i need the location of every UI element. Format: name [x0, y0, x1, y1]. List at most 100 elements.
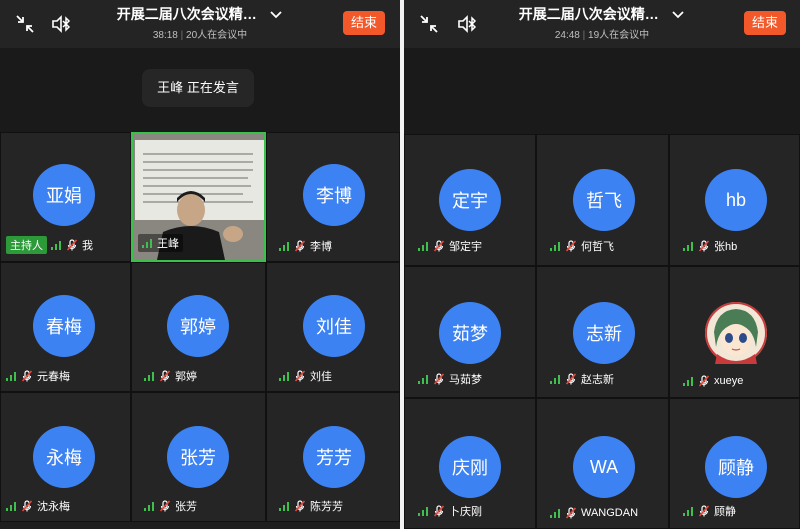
participant-tile[interactable]: 芳芳 陈芳芳: [266, 392, 400, 522]
participant-tile[interactable]: 庆刚 卜庆刚: [404, 398, 536, 529]
meeting-duration: 24:48: [554, 30, 580, 41]
mic-muted-icon: [159, 500, 171, 512]
participant-name: 元春梅: [37, 371, 70, 383]
participant-tile[interactable]: 志新 赵志新: [536, 266, 669, 398]
signal-icon: [683, 376, 693, 386]
participant-name: 王峰: [157, 238, 179, 250]
participant-name: 沈永梅: [37, 501, 70, 513]
meeting-duration: 38:18: [152, 30, 178, 41]
tile-footer: 卜庆刚: [418, 503, 482, 519]
signal-icon: [279, 371, 289, 381]
host-badge: 主持人: [6, 236, 47, 254]
participant-name: 刘佳: [310, 371, 332, 383]
signal-icon: [279, 241, 289, 251]
participant-name: 邹定宇: [449, 241, 482, 253]
avatar: 春梅: [33, 295, 95, 357]
participant-tile[interactable]: xueye: [669, 266, 800, 398]
avatar: 亚娟: [33, 164, 95, 226]
avatar: 刘佳: [303, 295, 365, 357]
end-meeting-button[interactable]: 结束: [744, 11, 786, 35]
meeting-panel-left: 开展二届八次会议精… 38:18 | 20人在会议中 结束 王峰 正在发言 亚娟…: [0, 0, 400, 529]
speaking-indicator: 王峰 正在发言: [142, 69, 254, 107]
mic-muted-icon: [565, 373, 577, 385]
mic-muted-icon: [565, 240, 577, 252]
mic-muted-icon: [21, 500, 33, 512]
meeting-status: 24:48 | 19人在会议中: [554, 30, 650, 41]
tile-footer: 王峰: [138, 234, 183, 252]
avatar: 哲飞: [573, 169, 635, 231]
participant-name: 郭婷: [175, 371, 197, 383]
participant-name: 赵志新: [581, 374, 614, 386]
signal-icon: [550, 241, 560, 251]
participant-tile[interactable]: 李博 李博: [266, 132, 400, 262]
signal-icon: [683, 506, 693, 516]
tile-footer: 刘佳: [279, 368, 332, 384]
participant-tile[interactable]: 亚娟 主持人 我: [0, 132, 131, 262]
mic-muted-icon: [565, 507, 577, 519]
mic-muted-icon: [294, 370, 306, 382]
avatar: 永梅: [33, 426, 95, 488]
participant-name: 顾静: [714, 506, 736, 518]
tile-footer: 邹定宇: [418, 238, 482, 254]
mic-muted-icon: [294, 500, 306, 512]
participant-name: 马茹梦: [449, 374, 482, 386]
signal-icon: [683, 241, 693, 251]
participant-tile[interactable]: 茹梦 马茹梦: [404, 266, 536, 398]
mic-muted-icon: [698, 505, 710, 517]
signal-icon: [51, 240, 61, 250]
tile-footer: 郭婷: [144, 368, 197, 384]
signal-icon: [144, 501, 154, 511]
participant-name: xueye: [714, 375, 744, 387]
tile-footer: 沈永梅: [6, 498, 70, 514]
participant-name: 张hb: [714, 241, 738, 253]
speaking-name: 王峰: [157, 80, 184, 95]
avatar: hb: [705, 169, 767, 231]
participant-tile[interactable]: 春梅 元春梅: [0, 262, 131, 392]
chevron-down-icon[interactable]: [671, 10, 685, 20]
end-meeting-button[interactable]: 结束: [343, 11, 385, 35]
participant-count: 19人在会议中: [588, 30, 650, 41]
participant-tile[interactable]: hb 张hb: [669, 134, 800, 266]
avatar: WA: [573, 436, 635, 498]
mic-muted-icon: [698, 240, 710, 252]
meeting-title[interactable]: 开展二届八次会议精…: [0, 4, 400, 24]
tile-footer: 赵志新: [550, 371, 614, 387]
avatar: 李博: [303, 164, 365, 226]
tile-footer: xueye: [683, 375, 743, 387]
participant-name: 卜庆刚: [449, 506, 482, 518]
mic-muted-icon: [698, 375, 710, 387]
participant-tile[interactable]: 哲飞 何哲飞: [536, 134, 669, 266]
meeting-title[interactable]: 开展二届八次会议精…: [404, 4, 800, 24]
participant-tile[interactable]: 郭婷 郭婷: [131, 262, 266, 392]
participant-tile[interactable]: 顾静 顾静: [669, 398, 800, 529]
participant-tile[interactable]: 永梅 沈永梅: [0, 392, 131, 522]
participant-tile-video[interactable]: 王峰: [131, 132, 266, 262]
avatar: 定宇: [439, 169, 501, 231]
speaker-area: [404, 48, 800, 134]
signal-icon: [418, 241, 428, 251]
top-bar: 开展二届八次会议精… 24:48 | 19人在会议中 结束: [404, 0, 800, 48]
meeting-title-text: 开展二届八次会议精…: [518, 6, 659, 22]
tile-footer: 陈芳芳: [279, 498, 343, 514]
signal-icon: [550, 508, 560, 518]
mic-muted-icon: [433, 373, 445, 385]
avatar: 庆刚: [439, 436, 501, 498]
signal-icon: [142, 238, 152, 248]
tile-footer: 主持人 我: [6, 236, 93, 254]
participant-name: 何哲飞: [581, 241, 614, 253]
chevron-down-icon[interactable]: [269, 10, 283, 20]
signal-icon: [144, 371, 154, 381]
participant-tile[interactable]: WA WANGDAN: [536, 398, 669, 529]
participant-tile[interactable]: 定宇 邹定宇: [404, 134, 536, 266]
speaking-text: 正在发言: [186, 80, 239, 95]
tile-footer: 何哲飞: [550, 238, 614, 254]
participant-tile[interactable]: 刘佳 刘佳: [266, 262, 400, 392]
avatar: 芳芳: [303, 426, 365, 488]
tile-footer: 马茹梦: [418, 371, 482, 387]
mic-muted-icon[interactable]: [66, 239, 78, 251]
participant-name: 李博: [310, 241, 332, 253]
avatar-image: [705, 302, 767, 364]
avatar: 张芳: [167, 426, 229, 488]
tile-footer: 张hb: [683, 238, 737, 254]
participant-tile[interactable]: 张芳 张芳: [131, 392, 266, 522]
